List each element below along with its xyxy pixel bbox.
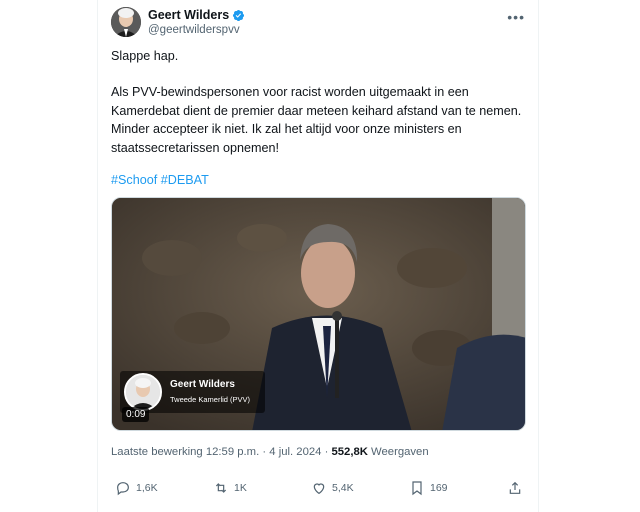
verified-badge-icon bbox=[233, 9, 245, 21]
hashtag-debat-link[interactable]: #DEBAT bbox=[161, 173, 209, 187]
meta-separator-2: · bbox=[324, 446, 329, 458]
video-duration-badge: 0:09 bbox=[122, 407, 150, 422]
speaker-subtitle: Tweede Kamerlid (PVV) bbox=[170, 395, 251, 404]
bookmark-count: 169 bbox=[430, 482, 448, 494]
reply-count: 1,6K bbox=[136, 482, 158, 494]
reply-button[interactable]: 1,6K bbox=[115, 480, 158, 496]
repost-button[interactable]: 1K bbox=[213, 480, 247, 496]
bookmark-icon bbox=[412, 481, 422, 496]
tweet-header: Geert Wilders @geertwilderspvv ••• bbox=[111, 7, 531, 41]
tweet-paragraph-2: Als PVV-bewindspersonen voor racist word… bbox=[111, 85, 522, 155]
tweet-meta: Laatste bewerking 12:59 p.m. · 4 jul. 20… bbox=[111, 446, 429, 458]
hashtag-schoof-link[interactable]: #Schoof bbox=[111, 173, 157, 187]
column-divider-right bbox=[538, 0, 539, 512]
meta-separator: · bbox=[262, 446, 267, 458]
speaker-avatar bbox=[124, 373, 162, 411]
author-avatar[interactable] bbox=[111, 7, 141, 37]
views-label: Weergaven bbox=[371, 446, 429, 458]
tweet-page: Geert Wilders @geertwilderspvv ••• Slapp… bbox=[0, 0, 640, 512]
author-display-name[interactable]: Geert Wilders bbox=[148, 8, 229, 22]
more-horizontal-icon[interactable]: ••• bbox=[507, 9, 525, 25]
bookmark-button[interactable]: 169 bbox=[409, 480, 448, 496]
action-bar: 1,6K 1K 5,4K 169 bbox=[111, 480, 531, 500]
author-names: Geert Wilders @geertwilderspvv bbox=[148, 8, 245, 36]
tweet-date[interactable]: 4 jul. 2024 bbox=[269, 446, 321, 458]
like-count: 5,4K bbox=[332, 482, 354, 494]
video-player[interactable]: Geert Wilders Tweede Kamerlid (PVV) 0:09 bbox=[111, 197, 526, 431]
hashtags: #Schoof #DEBAT bbox=[111, 171, 209, 190]
heart-icon bbox=[313, 483, 325, 495]
share-icon bbox=[509, 481, 521, 494]
tweet-time[interactable]: 12:59 p.m. bbox=[206, 446, 259, 458]
repost-count: 1K bbox=[234, 482, 247, 494]
author-handle[interactable]: @geertwilderspvv bbox=[148, 24, 245, 36]
column-divider-left bbox=[97, 0, 98, 512]
repost-icon bbox=[215, 483, 227, 493]
tweet-line-1: Slappe hap. bbox=[111, 49, 179, 63]
display-name-row: Geert Wilders bbox=[148, 8, 245, 22]
speaker-name: Geert Wilders bbox=[170, 379, 235, 390]
views-count: 552,8K bbox=[331, 446, 368, 458]
share-button[interactable] bbox=[507, 480, 523, 496]
reply-icon bbox=[117, 482, 129, 496]
like-button[interactable]: 5,4K bbox=[311, 480, 354, 496]
edited-label[interactable]: Laatste bewerking bbox=[111, 446, 203, 458]
